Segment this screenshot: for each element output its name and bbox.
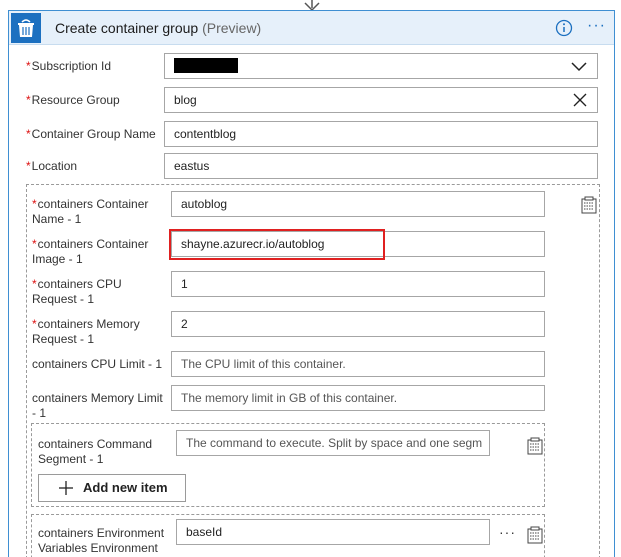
memory-limit-label: containers Memory Limit - 1 xyxy=(32,391,163,421)
location-label-text: Location xyxy=(31,159,78,173)
required-marker: * xyxy=(32,277,37,291)
add-new-item-button[interactable]: Add new item xyxy=(38,474,186,502)
chevron-down-icon xyxy=(571,62,587,72)
command-label-line1: containers Command xyxy=(38,437,153,451)
command-label: containers Command Segment - 1 xyxy=(38,437,152,467)
cpu-limit-label: containers CPU Limit - 1 xyxy=(32,357,162,372)
add-new-item-label: Add new item xyxy=(83,480,168,495)
container-instances-icon xyxy=(11,13,41,43)
card-title: Create container group (Preview) xyxy=(55,20,261,36)
required-marker: * xyxy=(32,237,37,251)
required-marker: * xyxy=(26,59,31,73)
subscription-label: *Subscription Id xyxy=(26,59,111,74)
required-marker: * xyxy=(26,93,31,107)
env-name-input[interactable]: baseId xyxy=(176,519,490,545)
plus-icon xyxy=(59,481,73,495)
container-group-name-label: *Container Group Name xyxy=(26,127,156,142)
env-array-mode-icon[interactable] xyxy=(527,526,543,544)
title-text: Create container group xyxy=(55,20,199,36)
memory-limit-placeholder: The memory limit in GB of this container… xyxy=(181,391,398,405)
cpu-limit-placeholder: The CPU limit of this container. xyxy=(181,357,346,371)
cpu-limit-label-text: containers CPU Limit - 1 xyxy=(32,357,163,371)
cpu-request-value: 1 xyxy=(181,277,188,291)
resource-group-value: blog xyxy=(174,93,197,107)
cpu-request-label-line2: Request - 1 xyxy=(32,292,95,306)
array-mode-icon[interactable] xyxy=(581,196,597,214)
container-group-name-label-text: Container Group Name xyxy=(31,127,156,141)
cpu-request-label-line1: containers CPU xyxy=(37,277,122,291)
cpu-limit-input[interactable]: The CPU limit of this container. xyxy=(171,351,545,377)
container-image-label-line2: Image - 1 xyxy=(32,252,83,266)
location-value: eastus xyxy=(174,159,210,173)
command-placeholder: The command to execute. Split by space a… xyxy=(186,436,483,450)
required-marker: * xyxy=(32,197,37,211)
location-input[interactable]: eastus xyxy=(164,153,598,179)
required-marker: * xyxy=(32,317,37,331)
env-label-line1: containers Environment xyxy=(38,526,165,540)
subscription-dropdown[interactable] xyxy=(164,53,598,79)
memory-request-label-line1: containers Memory xyxy=(37,317,140,331)
command-array-mode-icon[interactable] xyxy=(527,437,543,455)
resource-group-label: *Resource Group xyxy=(26,93,120,108)
cpu-request-input[interactable]: 1 xyxy=(171,271,545,297)
env-label-line2: Variables Environment xyxy=(38,541,158,555)
container-name-value: autoblog xyxy=(181,197,228,211)
container-group-name-value: contentblog xyxy=(174,127,237,141)
more-options-icon[interactable]: ··· xyxy=(587,17,606,35)
memory-limit-label-line2: - 1 xyxy=(32,406,47,420)
memory-limit-label-line1: containers Memory Limit xyxy=(32,391,163,405)
cpu-request-label: *containers CPU Request - 1 xyxy=(32,277,122,307)
card-header[interactable]: Create container group (Preview) ··· xyxy=(9,11,614,45)
container-group-name-input[interactable]: contentblog xyxy=(164,121,598,147)
container-name-input[interactable]: autoblog xyxy=(171,191,545,217)
memory-request-label: *containers Memory Request - 1 xyxy=(32,317,140,347)
required-marker: * xyxy=(26,159,31,173)
memory-request-value: 2 xyxy=(181,317,188,331)
env-label: containers Environment Variables Environ… xyxy=(38,526,164,556)
subscription-label-text: Subscription Id xyxy=(31,59,112,73)
title-suffix: (Preview) xyxy=(202,20,262,36)
required-marker: * xyxy=(26,127,31,141)
memory-limit-input[interactable]: The memory limit in GB of this container… xyxy=(171,385,545,411)
info-icon[interactable] xyxy=(555,19,573,37)
container-name-label: *containers Container Name - 1 xyxy=(32,197,148,227)
container-image-label: *containers Container Image - 1 xyxy=(32,237,148,267)
command-input[interactable]: The command to execute. Split by space a… xyxy=(176,430,490,456)
container-image-label-line1: containers Container xyxy=(37,237,149,251)
container-name-label-line2: Name - 1 xyxy=(32,212,82,226)
location-label: *Location xyxy=(26,159,77,174)
memory-request-label-line2: Request - 1 xyxy=(32,332,95,346)
command-label-line2: Segment - 1 xyxy=(38,452,104,466)
env-name-value: baseId xyxy=(186,525,223,539)
resource-group-label-text: Resource Group xyxy=(31,93,120,107)
redacted-value xyxy=(174,58,238,74)
clear-icon[interactable] xyxy=(573,93,587,107)
more-options-icon[interactable]: ··· xyxy=(499,524,516,540)
highlight-box xyxy=(169,229,385,260)
resource-group-field[interactable]: blog xyxy=(164,87,598,113)
container-name-label-line1: containers Container xyxy=(37,197,149,211)
memory-request-input[interactable]: 2 xyxy=(171,311,545,337)
